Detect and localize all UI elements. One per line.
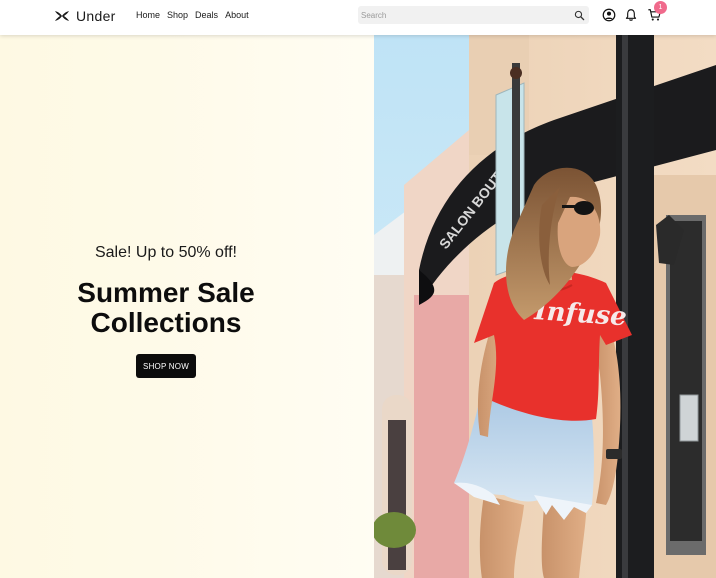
user-icon[interactable] — [602, 8, 616, 22]
hero-title: Summer Sale Collections — [0, 278, 332, 338]
hero-tagline: Sale! Up to 50% off! — [94, 244, 237, 261]
brand-name: Under — [76, 8, 116, 24]
bell-icon[interactable] — [624, 8, 638, 22]
search-bar — [358, 6, 589, 24]
hero-title-line1: Summer Sale — [77, 277, 255, 308]
under-armour-logo-icon — [55, 11, 69, 21]
nav-link-about[interactable]: About — [225, 10, 249, 20]
hero-title-line2: Collections — [90, 307, 242, 338]
main-nav: Home Shop Deals About — [136, 10, 256, 20]
search-icon[interactable] — [574, 10, 585, 21]
cart-count-badge: 1 — [654, 1, 667, 14]
hero-photo: SALON BOUTIQUE Infuse — [374, 35, 716, 578]
shop-now-button[interactable]: SHOP NOW — [136, 354, 196, 378]
search-input[interactable] — [358, 6, 568, 24]
brand-home-link[interactable]: Under — [54, 7, 116, 25]
nav-link-shop[interactable]: Shop — [167, 10, 188, 20]
hero-photo-illustration: SALON BOUTIQUE Infuse — [374, 35, 716, 578]
nav-link-home[interactable]: Home — [136, 10, 160, 20]
nav-link-deals[interactable]: Deals — [195, 10, 218, 20]
top-navbar: Under Home Shop Deals About 1 — [0, 0, 716, 35]
